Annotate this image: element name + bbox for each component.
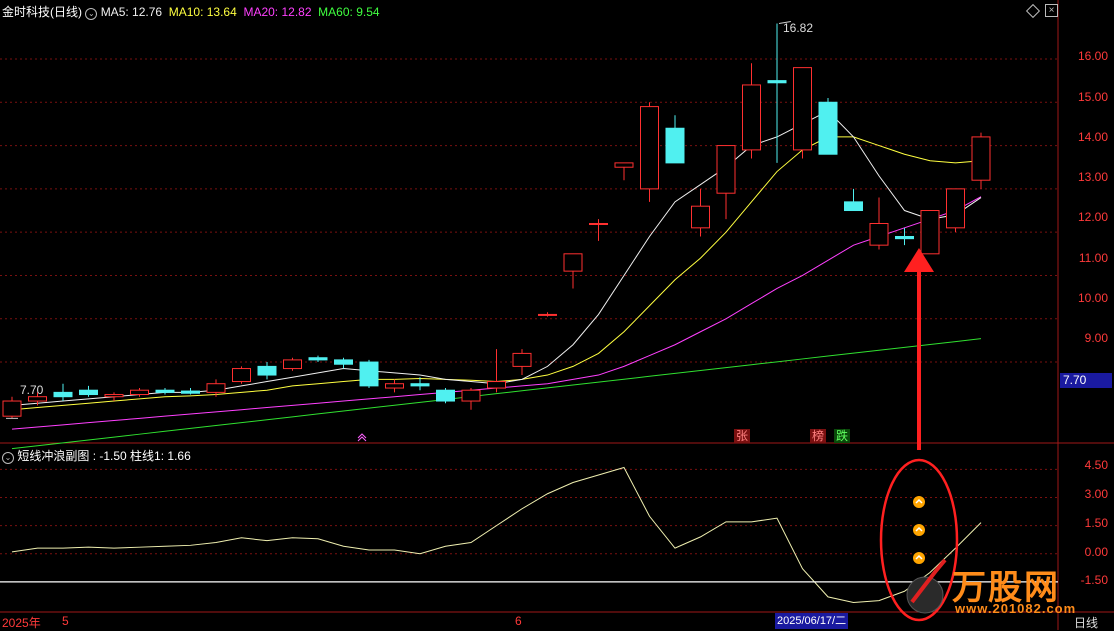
price-tick: 10.00	[1077, 291, 1108, 305]
candle-body	[461, 389, 481, 402]
candle-body	[869, 223, 889, 246]
candle-body	[53, 391, 73, 398]
osc-tick: 0.00	[1084, 545, 1108, 559]
ma20-line	[11, 196, 982, 430]
candle-body	[181, 390, 200, 394]
stock-title[interactable]: 金时科技(日线)	[2, 5, 82, 19]
candle-body	[487, 381, 506, 389]
candle-body	[793, 67, 812, 151]
candle-body	[410, 383, 430, 387]
candle-body	[640, 106, 659, 190]
candle-body	[538, 313, 557, 316]
candle-body	[946, 188, 965, 229]
price-tick: 13.00	[1077, 170, 1108, 184]
candle-body	[104, 394, 124, 398]
candle-body	[28, 396, 47, 402]
candle-body	[2, 400, 22, 417]
ma60-label: MA60: 9.54	[318, 5, 380, 19]
osc-tick: 1.50	[1084, 516, 1108, 530]
high-price-label: 16.82	[783, 21, 814, 35]
close-panel-icon[interactable]: ×	[1045, 4, 1058, 17]
candle-body	[512, 352, 532, 367]
sub-panel-title[interactable]: 短线冲浪副图	[17, 449, 89, 463]
sub-panel-values: : -1.50 柱线1: 1.66	[92, 449, 191, 463]
badge-die[interactable]: 跌	[834, 429, 851, 443]
price-tick: 11.00	[1078, 251, 1108, 265]
candle-body	[563, 253, 583, 272]
axis-month-6: 6	[515, 614, 522, 628]
candle-body	[257, 365, 277, 376]
candle-body	[359, 361, 379, 387]
signal-dot-icon	[913, 496, 925, 508]
low-price-label: 7.70	[20, 383, 44, 397]
candle-body	[716, 145, 736, 194]
axis-year: 2025年	[2, 616, 41, 630]
candle-body	[436, 389, 455, 402]
chart-header: 金时科技(日线) ⌄ MA5: 12.76 MA10: 13.64 MA20: …	[2, 3, 380, 20]
ma20-label: MA20: 12.82	[243, 5, 312, 19]
price-tick: 12.00	[1077, 210, 1108, 224]
candlestick-chart[interactable]	[0, 0, 1114, 630]
period-label[interactable]: 日线	[1074, 614, 1098, 631]
axis-month-5: 5	[62, 614, 69, 628]
price-tick: 15.00	[1077, 90, 1108, 104]
candle-body	[308, 357, 328, 361]
price-tick: 9.00	[1084, 331, 1108, 345]
candle-body	[614, 162, 634, 168]
candle-body	[818, 101, 838, 155]
candle-body	[334, 359, 353, 365]
candle-body	[767, 80, 787, 84]
price-tick: 16.00	[1077, 49, 1108, 63]
candle-body	[691, 205, 710, 229]
ma5-label: MA5: 12.76	[100, 5, 163, 19]
cursor-date: 2025/06/17/二	[775, 613, 849, 629]
candle-body	[155, 389, 175, 393]
candle-body	[79, 389, 98, 396]
candle-body	[206, 383, 226, 393]
badge-bang[interactable]: 榜	[810, 429, 827, 443]
ma10-label: MA10: 13.64	[168, 5, 237, 19]
signal-chevron-icon	[357, 433, 367, 442]
dropdown-icon[interactable]: ⌄	[85, 8, 98, 20]
osc-tick: 4.50	[1084, 458, 1108, 472]
price-tick: 14.00	[1077, 130, 1108, 144]
badge-zhang[interactable]: 张	[734, 429, 751, 443]
osc-tick: -1.50	[1080, 573, 1108, 587]
candle-body	[971, 136, 991, 181]
signal-dot-icon	[913, 524, 925, 536]
candle-body	[920, 210, 940, 255]
sub-dropdown-icon[interactable]: ⌄	[2, 452, 14, 464]
osc-tick: 3.00	[1084, 487, 1108, 501]
current-price-flag: 7.70	[1060, 373, 1112, 388]
candle-body	[665, 127, 685, 164]
watermark-site: www.201082.com	[955, 601, 1077, 616]
candle-body	[232, 368, 251, 383]
candle-body	[589, 223, 608, 226]
candle-body	[742, 84, 761, 151]
candle-body	[844, 201, 863, 212]
candle-body	[895, 235, 914, 240]
candle-body	[283, 359, 302, 370]
candle-body	[130, 389, 149, 396]
candle-body	[385, 383, 404, 389]
signal-dot-icon	[913, 552, 925, 564]
sub-panel-header: ⌄ 短线冲浪副图 : -1.50 柱线1: 1.66	[2, 447, 191, 464]
